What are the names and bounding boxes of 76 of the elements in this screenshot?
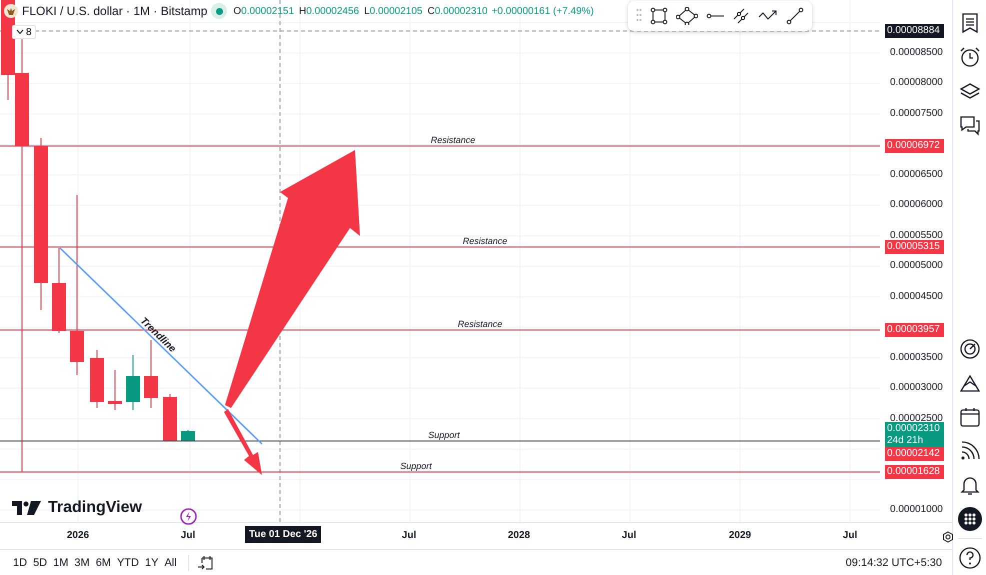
time-tick: Jul [402, 530, 416, 541]
price-tick: 0.00008500 [890, 47, 943, 58]
price-tick: 0.00003500 [890, 352, 943, 363]
candle [163, 394, 177, 442]
price-label: 0.00006972 [885, 139, 944, 153]
parallel-channel-icon[interactable] [732, 7, 750, 25]
time-tick: 2028 [508, 530, 530, 541]
price-tick: 0.00006000 [890, 199, 943, 210]
crosshair-date-label: Tue 01 Dec '26 [245, 526, 322, 543]
help-icon[interactable] [958, 546, 982, 570]
price-tick: 0.00005000 [890, 260, 943, 272]
arrow[interactable] [224, 409, 262, 475]
price-label: 0.00002142 [885, 447, 944, 461]
rectangle-tool-icon[interactable] [650, 7, 668, 25]
candle [181, 430, 195, 442]
range-button[interactable]: YTD [114, 554, 142, 570]
candle [126, 354, 140, 410]
candle [90, 350, 104, 408]
trend-line[interactable] [59, 247, 263, 445]
time-tick: Jul [180, 530, 196, 541]
ohlc-label: C [428, 6, 435, 16]
line-label: Resistance [458, 319, 502, 329]
price-label: 0.00001628 [885, 465, 944, 479]
lightning-icon[interactable] [180, 508, 197, 525]
price-change: +0.00000161 (+7.49%) [492, 6, 594, 16]
ohlc-value: 0.00002151 [241, 6, 294, 16]
price-tick: 0.00003000 [890, 382, 943, 394]
line-label: Support [428, 430, 460, 440]
calendar-icon[interactable] [958, 405, 982, 429]
logo-icon [12, 501, 42, 515]
range-button[interactable]: 3M [71, 554, 93, 570]
ohlc-label: L [364, 6, 370, 16]
line-label: Resistance [462, 236, 508, 246]
range-button[interactable]: All [161, 554, 180, 570]
time-tick: 2029 [728, 530, 752, 541]
time-tick: Jul [622, 530, 636, 541]
range-button[interactable]: 1D [10, 554, 30, 570]
arrow[interactable] [225, 150, 360, 408]
apps-grid-icon[interactable] [958, 507, 982, 531]
line-label: Support [400, 461, 432, 471]
range-button[interactable]: 1M [50, 554, 72, 570]
price-tick: 0.00006500 [890, 168, 943, 180]
target-icon[interactable] [958, 337, 982, 361]
countdown-text: 24d 21h [887, 435, 924, 447]
settings-icon[interactable] [942, 531, 954, 543]
indicators-toggle[interactable]: 8 [12, 25, 36, 39]
line-label: Resistance [430, 135, 476, 145]
clock-text: 09:14:32 UTC+5:30 [846, 556, 942, 568]
symbol-title[interactable]: FLOKI / U.S. dollar · 1M · Bitstamp [22, 4, 208, 18]
time-tick: Jul [842, 530, 858, 541]
trend-line-tool-icon[interactable] [786, 7, 804, 25]
range-button[interactable]: 1Y [142, 554, 162, 570]
price-tick: 0.00007500 [890, 108, 943, 119]
ohlc-value: 0.00002310 [434, 6, 488, 16]
logo-text: TradingView [48, 499, 142, 517]
ohlc-label: O [233, 6, 242, 16]
calendar-arrow-icon[interactable] [196, 554, 215, 572]
ohlc-value: 0.00002456 [306, 6, 360, 16]
price-tick: 0.00005500 [890, 230, 943, 241]
ohlc-value: 0.00002105 [370, 6, 422, 16]
price-tick: 0.00004500 [890, 290, 943, 302]
price-label: 0.00005315 [885, 240, 944, 254]
ohlc-label: H [299, 6, 306, 16]
range-button[interactable]: 5D [30, 554, 50, 570]
range-button[interactable]: 6M [92, 554, 114, 570]
price-tick: 0.00002500 [890, 412, 943, 424]
price-tick: 0.00001000 [890, 504, 943, 516]
coin-icon [4, 4, 18, 18]
chevron-icon [16, 29, 24, 35]
price-text: 0.00002310 [887, 423, 941, 435]
price-label: 0.00003957 [885, 323, 944, 337]
candle [108, 370, 122, 410]
rotated-rectangle-tool-icon[interactable] [676, 7, 698, 25]
crosshair-price-label: 0.00008884 [885, 24, 944, 38]
time-tick: 2026 [66, 530, 90, 541]
price-tick: 0.00008000 [890, 77, 943, 88]
